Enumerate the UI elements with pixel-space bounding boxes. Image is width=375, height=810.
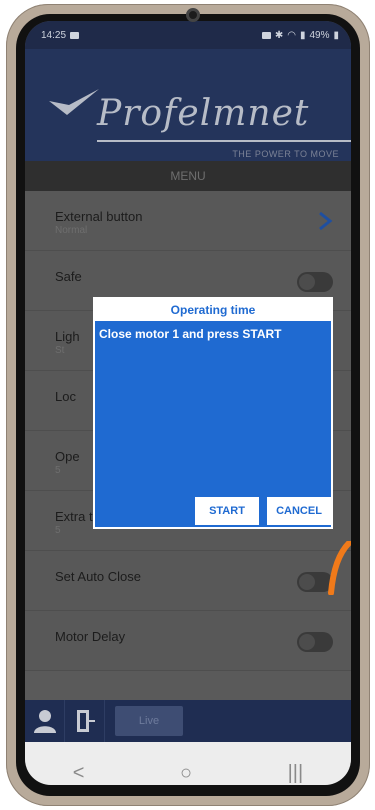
row-label: External button bbox=[55, 209, 143, 224]
app-header: Profelmnet THE POWER TO MOVE bbox=[25, 49, 351, 161]
row-value: 5 bbox=[55, 465, 61, 476]
row-set-auto-close[interactable]: Set Auto Close bbox=[25, 551, 351, 611]
row-label: Set Auto Close bbox=[55, 569, 141, 584]
row-value: Normal bbox=[55, 225, 88, 236]
menu-title: MENU bbox=[170, 169, 206, 183]
home-icon[interactable]: ○ bbox=[180, 762, 192, 785]
row-value: St bbox=[55, 345, 65, 356]
status-bar: 14:25 ✱ ◠ ▮ 49% ▮ bbox=[25, 21, 351, 49]
operating-time-dialog: Operating time Close motor 1 and press S… bbox=[93, 297, 333, 529]
row-label: Ope bbox=[55, 449, 80, 464]
screen: 14:25 ✱ ◠ ▮ 49% ▮ Profelmnet THE POWER T… bbox=[25, 21, 351, 785]
back-icon[interactable]: < bbox=[73, 762, 85, 785]
row-external-button[interactable]: External button Normal bbox=[25, 191, 351, 251]
exit-door-icon bbox=[76, 710, 95, 732]
front-camera bbox=[186, 8, 200, 22]
brand-logo: Profelmnet bbox=[97, 93, 310, 134]
battery-icon: ▮ bbox=[333, 29, 339, 41]
user-icon bbox=[33, 710, 56, 733]
phone-bezel: 14:25 ✱ ◠ ▮ 49% ▮ Profelmnet THE POWER T… bbox=[16, 14, 360, 796]
menu-bar: MENU bbox=[25, 161, 351, 191]
battery-percent: 49% bbox=[309, 29, 330, 41]
chevron-right-icon[interactable] bbox=[317, 211, 333, 231]
bluetooth-icon: ✱ bbox=[274, 29, 284, 41]
user-button[interactable] bbox=[25, 700, 65, 742]
row-label: Ligh bbox=[55, 329, 80, 344]
status-time: 14:25 bbox=[41, 29, 67, 41]
row-label: Motor Delay bbox=[55, 629, 126, 644]
row-label: Safe bbox=[55, 269, 82, 284]
signal-icon: ▮ bbox=[299, 29, 306, 41]
safe-toggle[interactable] bbox=[297, 272, 333, 292]
exit-button[interactable] bbox=[65, 700, 105, 742]
dialog-message: Close motor 1 and press START bbox=[99, 327, 282, 341]
wifi-icon: ◠ bbox=[287, 29, 296, 41]
live-button[interactable]: Live bbox=[115, 706, 183, 736]
motor-delay-toggle[interactable] bbox=[297, 632, 333, 652]
row-label: Loc bbox=[55, 389, 76, 404]
nfc-icon bbox=[261, 31, 271, 39]
logo-underline bbox=[97, 140, 351, 142]
recents-icon[interactable]: ||| bbox=[288, 762, 304, 785]
start-button[interactable]: START bbox=[195, 497, 259, 525]
dialog-title: Operating time bbox=[95, 299, 331, 321]
row-motor-delay[interactable]: Motor Delay bbox=[25, 611, 351, 671]
phone-frame: 14:25 ✱ ◠ ▮ 49% ▮ Profelmnet THE POWER T… bbox=[6, 4, 370, 806]
logo-check-icon bbox=[49, 89, 99, 115]
bottom-app-bar: Live bbox=[25, 700, 351, 742]
brand-tagline: THE POWER TO MOVE bbox=[232, 149, 339, 159]
orange-accent-mark bbox=[328, 541, 351, 595]
gallery-notification-icon bbox=[70, 31, 80, 39]
cancel-button[interactable]: CANCEL bbox=[267, 497, 331, 525]
row-value: 5 bbox=[55, 525, 61, 536]
system-nav-bar: < ○ ||| bbox=[25, 742, 351, 785]
